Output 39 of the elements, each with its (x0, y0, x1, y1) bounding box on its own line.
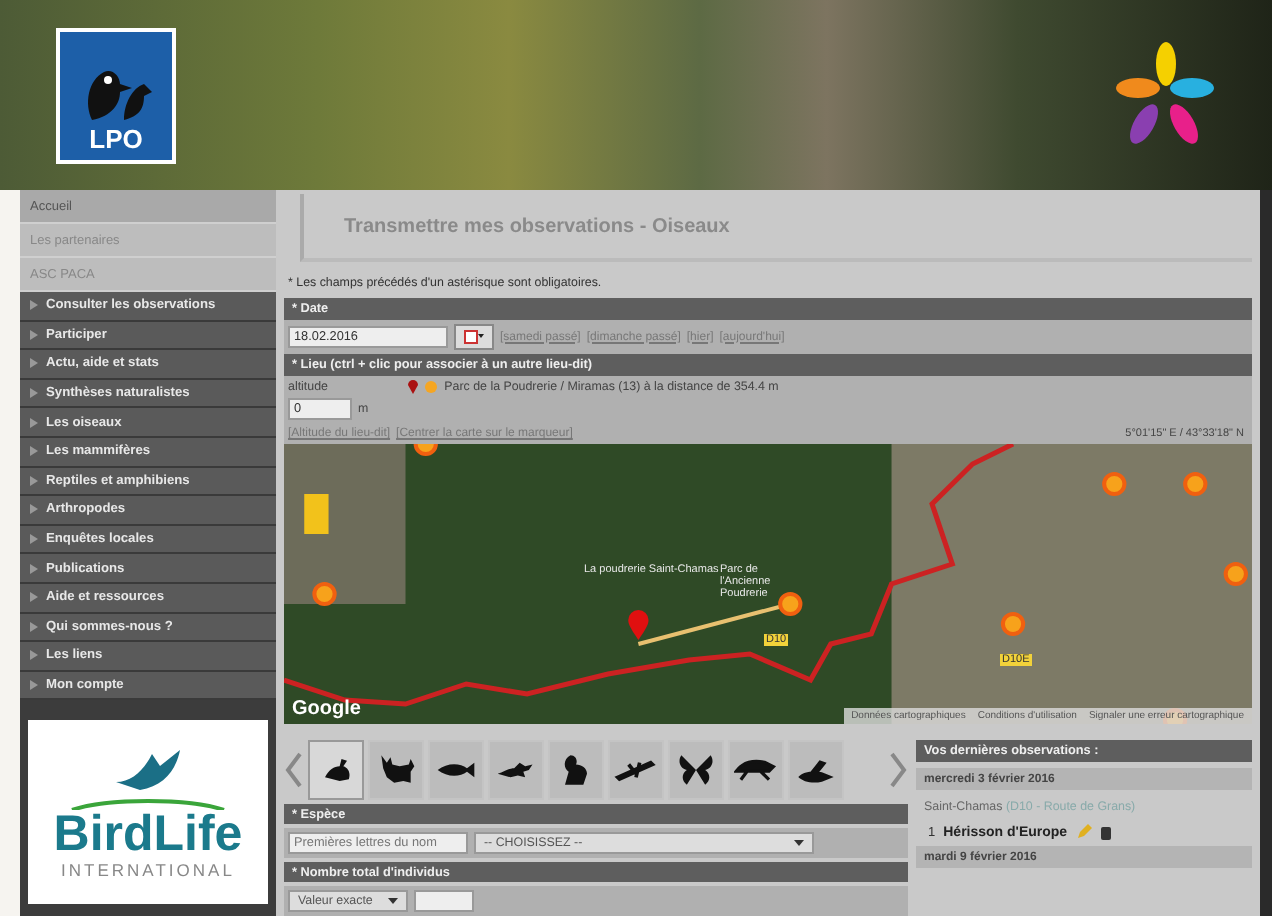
taxon-tab[interactable] (728, 740, 784, 800)
triangle-bullet-icon (30, 680, 38, 691)
triangle-bullet-icon (30, 650, 38, 661)
taxon-tab[interactable] (308, 740, 364, 800)
triangle-bullet-icon (30, 446, 38, 457)
taxon-tab[interactable] (428, 740, 484, 800)
triangle-bullet-icon (30, 504, 38, 515)
sun-icon (424, 380, 439, 394)
birdlife-logo[interactable]: BirdLife INTERNATIONAL (28, 720, 268, 905)
logo-title: BirdLife (53, 809, 243, 860)
arc-icon (68, 797, 228, 810)
triangle-bullet-icon (30, 300, 38, 311)
lpo-logo[interactable]: LPO (56, 27, 176, 163)
triangle-bullet-icon (30, 388, 38, 399)
logo-subtitle: INTERNATIONAL (61, 859, 235, 880)
taxon-tab[interactable] (668, 740, 724, 800)
triangle-bullet-icon (30, 592, 38, 603)
triangle-bullet-icon (30, 475, 38, 486)
triangle-bullet-icon (30, 329, 38, 340)
triangle-bullet-icon (30, 534, 38, 545)
map-brand-text: Google (292, 698, 361, 720)
triangle-bullet-icon (30, 417, 38, 428)
count-field[interactable] (414, 890, 474, 912)
calendar-button[interactable] (454, 324, 494, 350)
caret-icon (388, 898, 398, 904)
taxon-tab[interactable] (488, 740, 544, 800)
taxon-tab[interactable] (608, 740, 664, 800)
taxon-tab[interactable] (368, 740, 424, 800)
page-title: Transmettre mes observations - Oiseaux (300, 194, 1252, 262)
logo-text: LPO (89, 123, 143, 153)
trash-icon[interactable] (1099, 824, 1112, 840)
caret-icon (794, 840, 804, 846)
taxon-tab[interactable] (548, 740, 604, 800)
calendar-icon (464, 330, 484, 344)
triangle-bullet-icon (30, 358, 38, 369)
triangle-bullet-icon (30, 621, 38, 632)
taxon-tab[interactable] (788, 740, 844, 800)
marker-icon (408, 380, 419, 394)
triangle-bullet-icon (30, 563, 38, 574)
